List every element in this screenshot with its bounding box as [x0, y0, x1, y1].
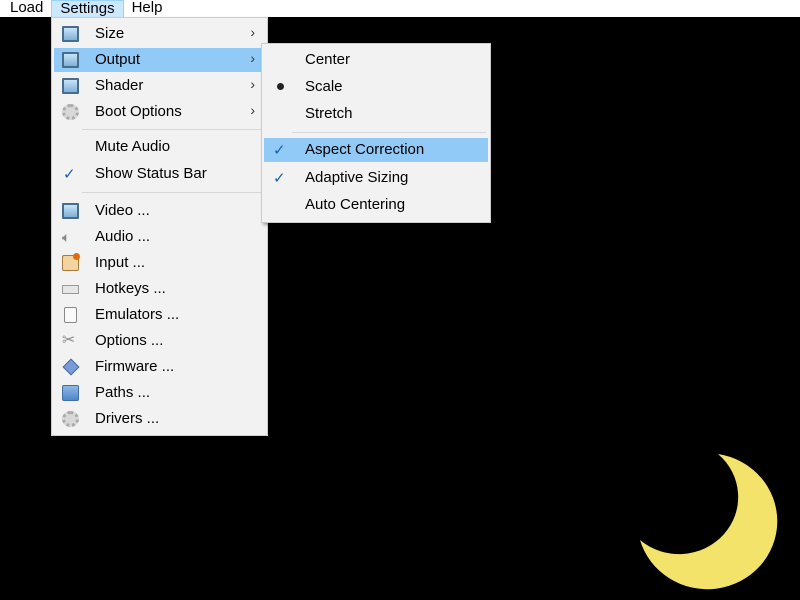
- menu-item-auto-centering[interactable]: Auto Centering: [264, 193, 488, 217]
- menu-item-label: Mute Audio: [95, 138, 171, 155]
- folder-icon: [62, 385, 79, 401]
- menu-item-adaptive-sizing[interactable]: ✓ Adaptive Sizing: [264, 166, 488, 190]
- checkmark-icon: ✓: [63, 166, 76, 183]
- menu-item-label: Auto Centering: [305, 196, 406, 213]
- menu-item-hotkeys[interactable]: Hotkeys ...: [54, 277, 265, 301]
- menu-item-aspect-correction[interactable]: ✓ Aspect Correction: [264, 138, 488, 162]
- menu-item-label: Emulators ...: [95, 306, 180, 323]
- menu-separator: [82, 129, 263, 130]
- menu-item-drivers[interactable]: Drivers ...: [54, 407, 265, 431]
- monitor-icon: [62, 78, 79, 94]
- chevron-right-icon: ›: [250, 24, 255, 40]
- menu-separator: [292, 132, 486, 133]
- chip-icon: [62, 358, 80, 376]
- menu-item-label: Paths ...: [95, 384, 151, 401]
- menu-item-show-status-bar[interactable]: ✓ Show Status Bar: [54, 162, 265, 186]
- crescent-moon-icon: [640, 454, 778, 590]
- monitor-icon: [62, 203, 79, 219]
- menu-item-scale[interactable]: Scale: [264, 75, 488, 99]
- menu-item-audio[interactable]: 🔈︎ Audio ...: [54, 225, 265, 249]
- menu-item-size[interactable]: Size ›: [54, 22, 265, 46]
- chevron-right-icon: ›: [250, 76, 255, 92]
- menu-item-label: Boot Options: [95, 103, 182, 120]
- menu-item-label: Firmware ...: [95, 358, 175, 375]
- menu-item-label: Scale: [305, 78, 343, 95]
- menu-item-input[interactable]: Input ...: [54, 251, 265, 275]
- monitor-icon: [62, 52, 79, 68]
- menu-item-video[interactable]: Video ...: [54, 199, 265, 223]
- output-submenu: Center Scale Stretch ✓ Aspect Correction…: [261, 43, 491, 223]
- menu-item-label: Show Status Bar: [95, 165, 207, 182]
- keyboard-icon: [62, 285, 79, 294]
- menu-item-stretch[interactable]: Stretch: [264, 102, 488, 126]
- menu-item-label: Aspect Correction: [305, 141, 425, 158]
- menu-item-label: Stretch: [305, 105, 353, 122]
- menu-item-label: Audio ...: [95, 228, 151, 245]
- menu-item-shader[interactable]: Shader ›: [54, 74, 265, 98]
- emulator-icon: [64, 307, 77, 323]
- menu-item-emulators[interactable]: Emulators ...: [54, 303, 265, 327]
- menu-item-label: Drivers ...: [95, 410, 160, 427]
- settings-menu: Size › Output › Shader › Boot Options › …: [51, 17, 268, 436]
- menu-item-options[interactable]: ✂︎ Options ...: [54, 329, 265, 353]
- menu-separator: [82, 192, 263, 193]
- menu-item-label: Output: [95, 51, 141, 68]
- chevron-right-icon: ›: [250, 102, 255, 118]
- menu-item-paths[interactable]: Paths ...: [54, 381, 265, 405]
- chevron-right-icon: ›: [250, 50, 255, 66]
- menu-item-firmware[interactable]: Firmware ...: [54, 355, 265, 379]
- tools-icon: ✂︎: [62, 332, 76, 349]
- menu-item-label: Video ...: [95, 202, 150, 219]
- menu-bar: Load Settings Help: [0, 0, 800, 17]
- input-icon: [62, 253, 80, 271]
- menu-load[interactable]: Load: [0, 0, 51, 17]
- menu-item-center[interactable]: Center: [264, 48, 488, 72]
- monitor-icon: [62, 26, 79, 42]
- speaker-icon: 🔈︎: [62, 229, 71, 245]
- gear-icon: [62, 104, 79, 120]
- gear-icon: [62, 411, 79, 427]
- menu-settings[interactable]: Settings: [51, 0, 124, 17]
- radio-bullet-icon: [277, 83, 284, 90]
- menu-item-label: Adaptive Sizing: [305, 169, 409, 186]
- menu-item-label: Center: [305, 51, 351, 68]
- checkmark-icon: ✓: [273, 142, 286, 159]
- menu-item-label: Options ...: [95, 332, 164, 349]
- menu-item-label: Hotkeys ...: [95, 280, 166, 297]
- menu-item-boot-options[interactable]: Boot Options ›: [54, 100, 265, 124]
- menu-item-label: Input ...: [95, 254, 146, 271]
- menu-item-label: Shader: [95, 77, 144, 94]
- checkmark-icon: ✓: [273, 170, 286, 187]
- menu-help[interactable]: Help: [124, 0, 171, 17]
- menu-item-label: Size: [95, 25, 125, 42]
- menu-item-output[interactable]: Output ›: [54, 48, 265, 72]
- menu-item-mute-audio[interactable]: Mute Audio: [54, 135, 265, 159]
